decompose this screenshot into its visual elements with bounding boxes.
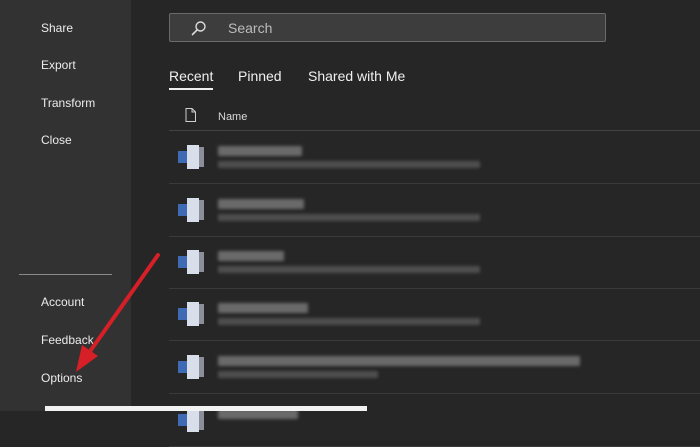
main-panel: Recent Pinned Shared with Me Name bbox=[131, 0, 700, 447]
document-icon bbox=[185, 108, 196, 122]
sidebar-item-close[interactable]: Close bbox=[41, 133, 72, 147]
search-input[interactable] bbox=[228, 14, 588, 41]
sidebar-item-feedback[interactable]: Feedback bbox=[41, 333, 94, 347]
sidebar-item-transform[interactable]: Transform bbox=[41, 96, 95, 110]
file-row[interactable] bbox=[169, 394, 700, 447]
word-document-icon bbox=[178, 355, 204, 379]
search-icon bbox=[191, 21, 206, 36]
sidebar-item-share[interactable]: Share bbox=[41, 21, 73, 35]
word-document-icon bbox=[178, 145, 204, 169]
word-document-icon bbox=[178, 198, 204, 222]
file-row[interactable] bbox=[169, 288, 700, 341]
word-document-icon bbox=[178, 302, 204, 326]
sidebar-item-export[interactable]: Export bbox=[41, 58, 76, 72]
sidebar-item-options[interactable]: Options bbox=[41, 371, 82, 385]
backstage-sidebar: Share Export Transform Close Account Fee… bbox=[0, 0, 131, 411]
tab-pinned[interactable]: Pinned bbox=[238, 68, 282, 84]
tab-recent[interactable]: Recent bbox=[169, 68, 213, 84]
search-box[interactable] bbox=[169, 13, 606, 42]
blurred-file-path bbox=[218, 371, 378, 378]
file-row[interactable] bbox=[169, 236, 700, 289]
file-list-header: Name bbox=[169, 104, 700, 131]
word-document-icon bbox=[178, 408, 204, 432]
column-header-name[interactable]: Name bbox=[218, 111, 247, 123]
blurred-file-path bbox=[218, 318, 480, 325]
blurred-file-path bbox=[218, 266, 480, 273]
file-row[interactable] bbox=[169, 341, 700, 394]
active-tab-indicator bbox=[169, 88, 213, 90]
blurred-file-path bbox=[218, 214, 480, 221]
blurred-file-name bbox=[218, 303, 308, 313]
tab-shared-with-me[interactable]: Shared with Me bbox=[308, 68, 405, 84]
sidebar-item-account[interactable]: Account bbox=[41, 295, 84, 309]
blurred-file-name bbox=[218, 356, 580, 366]
file-row[interactable] bbox=[169, 184, 700, 237]
file-row[interactable] bbox=[169, 131, 700, 184]
blurred-file-name bbox=[218, 251, 284, 261]
bottom-highlight-strip bbox=[45, 406, 367, 411]
sidebar-divider bbox=[19, 274, 112, 275]
blurred-file-name bbox=[218, 199, 304, 209]
word-document-icon bbox=[178, 250, 204, 274]
blurred-file-name bbox=[218, 146, 302, 156]
blurred-file-path bbox=[218, 161, 480, 168]
